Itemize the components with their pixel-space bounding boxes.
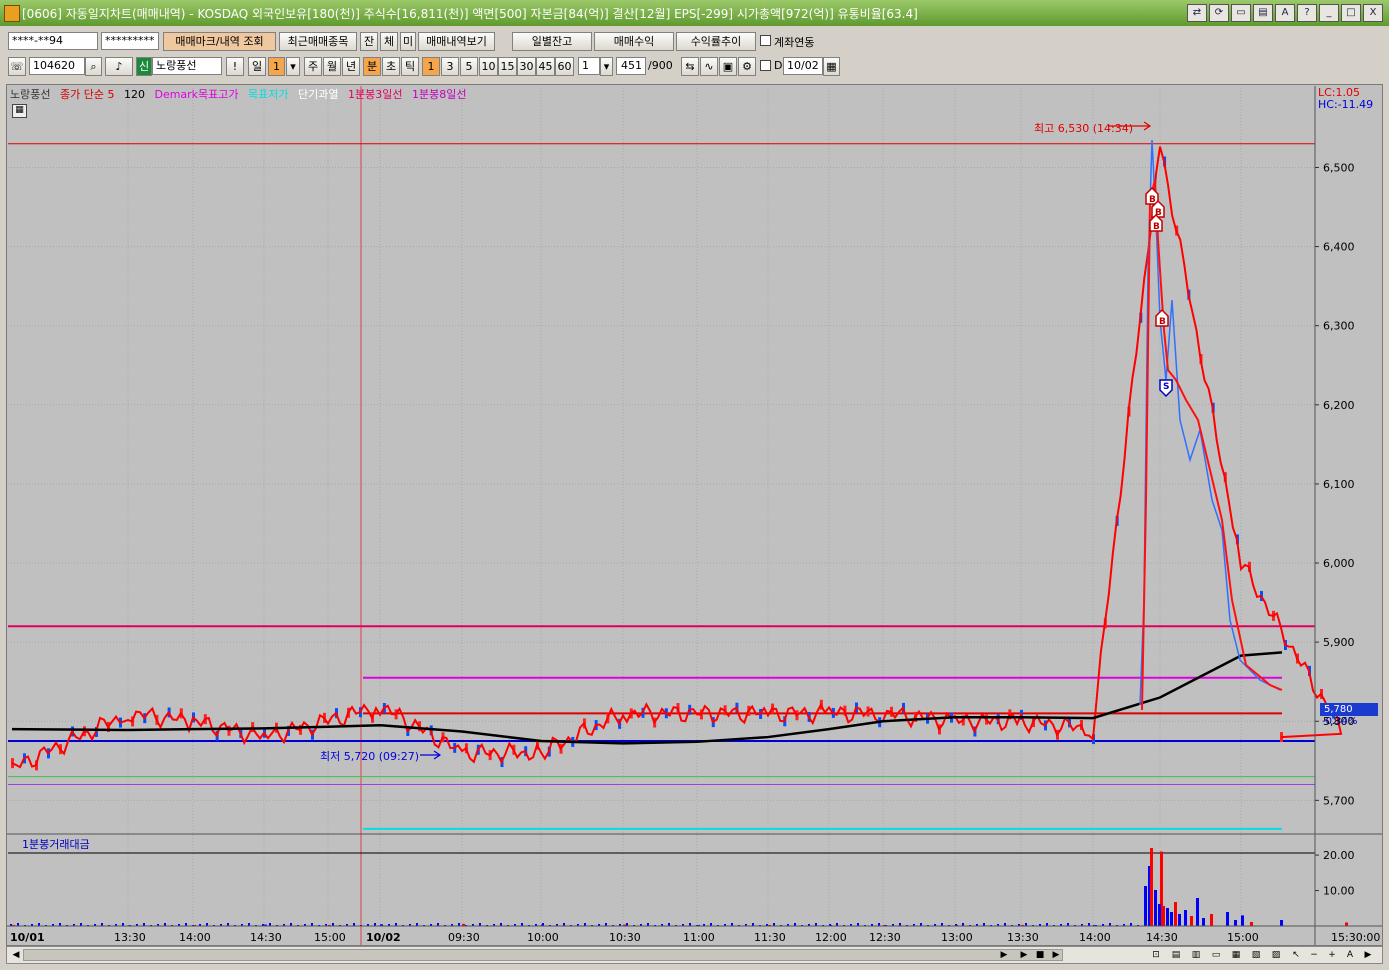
- volume-bar-spike: [1196, 898, 1199, 926]
- volume-bar-spike: [1170, 912, 1173, 926]
- legend-stock: 노랑풍선: [10, 88, 51, 101]
- volume-bar-spike: [1250, 922, 1253, 926]
- legend-short-over: 단기과열: [298, 88, 339, 101]
- legend-line3: 1분봉3일선: [348, 88, 403, 101]
- legend-demark-high: Demark목표고가: [154, 88, 239, 101]
- split-icon[interactable]: ▧: [1249, 948, 1263, 962]
- buy-marker-label: B: [1159, 317, 1166, 327]
- x-tick-label: 10/01: [10, 931, 45, 944]
- tile-icon[interactable]: ▦: [1229, 948, 1243, 962]
- x-tick-label: 15:00: [314, 931, 346, 944]
- x-tick-label: 13:30: [114, 931, 146, 944]
- volume-bar-spike: [1158, 904, 1161, 926]
- volume-bar-spike: [1210, 914, 1213, 926]
- y-tick-label: 6,200: [1323, 399, 1355, 412]
- buy-marker-label: B: [1153, 222, 1160, 232]
- low-annotation: 최저 5,720 (09:27): [320, 750, 420, 763]
- legend-ma120: 120: [123, 88, 145, 101]
- y-tick-label: 5,900: [1323, 636, 1355, 649]
- volume-bar: [1345, 922, 1348, 926]
- volume-bar-spike: [1178, 914, 1181, 926]
- x-tick-label: 14:30: [250, 931, 282, 944]
- x-tick-label: 15:30:00: [1331, 931, 1380, 944]
- scroll-left-icon[interactable]: ◀: [9, 948, 23, 962]
- bars-icon[interactable]: ▥: [1189, 948, 1203, 962]
- chart-grid-icon[interactable]: ▦: [12, 104, 27, 118]
- font-size-icon[interactable]: A: [1343, 948, 1357, 962]
- hc-label: HC:-11.49: [1318, 98, 1374, 111]
- legend-demark-low: 목표저가: [248, 88, 289, 101]
- x-tick-label: 14:00: [1079, 931, 1111, 944]
- price-chart[interactable]: 6,5006,4006,3006,2006,1006,0005,9005,800…: [0, 0, 1389, 970]
- volume-bar-spike: [1166, 908, 1169, 926]
- x-tick-label: 13:00: [941, 931, 973, 944]
- current-change: -0.34%: [1322, 716, 1358, 727]
- x-tick-label: 12:00: [815, 931, 847, 944]
- volume-bar-spike: [1174, 902, 1177, 926]
- stop-icon[interactable]: ■: [1033, 948, 1047, 962]
- volume-bar-spike: [1202, 918, 1205, 926]
- volume-title: 1분봉거래대금: [22, 838, 90, 851]
- volume-bar: [1241, 915, 1244, 926]
- fast-forward-icon[interactable]: ▶: [1049, 948, 1063, 962]
- x-tick-label: 14:30: [1146, 931, 1178, 944]
- chart-legend: 노랑풍선 종가 단순 5 120 Demark목표고가 목표저가 단기과열 1분…: [10, 86, 472, 102]
- x-tick-label: 13:30: [1007, 931, 1039, 944]
- x-tick-label: 15:00: [1227, 931, 1259, 944]
- legend-ma5: 종가 단순 5: [59, 88, 115, 101]
- fit-icon[interactable]: ▶: [1361, 948, 1375, 962]
- volume-bar-spike: [1234, 920, 1237, 926]
- volume-bar-spike: [1184, 910, 1187, 926]
- y-tick-label: 6,500: [1323, 161, 1355, 174]
- play-icon[interactable]: ▶: [1017, 948, 1031, 962]
- x-tick-label: 11:00: [683, 931, 715, 944]
- x-tick-label: 10:00: [527, 931, 559, 944]
- y-tick-label: 6,400: [1323, 241, 1355, 254]
- sell-marker-label: S: [1163, 382, 1169, 392]
- scroll-right-icon[interactable]: ▶: [997, 948, 1011, 962]
- x-tick-label: 11:30: [754, 931, 786, 944]
- volume-tick-label: 20.00: [1323, 849, 1355, 862]
- high-annotation: 최고 6,530 (14:34): [1034, 122, 1134, 135]
- y-tick-label: 6,000: [1323, 557, 1355, 570]
- scroll-thumb[interactable]: [23, 949, 1063, 961]
- volume-bar-spike: [1190, 916, 1193, 926]
- legend-line8: 1분봉8일선: [412, 88, 467, 101]
- cursor-icon[interactable]: ↖: [1289, 948, 1303, 962]
- zoom-out-icon[interactable]: −: [1307, 948, 1321, 962]
- volume-bar-spike: [1280, 920, 1283, 926]
- volume-bar-spike: [1226, 912, 1229, 926]
- x-tick-label: 09:30: [448, 931, 480, 944]
- volume-tick-label: 10.00: [1323, 885, 1355, 898]
- chart-scrollbar[interactable]: ◀ ▶ ▶ ■ ▶ ⊡ ▤ ▥ ▭ ▦ ▧ ▨ ↖ − + A ▶: [6, 946, 1383, 964]
- x-tick-label: 14:00: [179, 931, 211, 944]
- window-icon[interactable]: ▭: [1209, 948, 1223, 962]
- volume-bar-spike: [1150, 848, 1153, 926]
- current-price-tag: 5,780: [1320, 703, 1378, 716]
- x-tick-label: 12:30: [869, 931, 901, 944]
- columns-icon[interactable]: ▨: [1269, 948, 1283, 962]
- x-tick-label: 10/02: [366, 931, 401, 944]
- spike-up-line: [1141, 179, 1283, 711]
- y-tick-label: 6,300: [1323, 320, 1355, 333]
- volume-bar-spike: [1154, 890, 1157, 926]
- low-arrow: [420, 750, 442, 760]
- ma120-line: [11, 651, 1283, 745]
- y-tick-label: 5,700: [1323, 794, 1355, 807]
- x-tick-label: 10:30: [609, 931, 641, 944]
- zoom-in-icon[interactable]: +: [1325, 948, 1339, 962]
- volume-bar-spike: [1144, 886, 1147, 926]
- y-tick-label: 6,100: [1323, 478, 1355, 491]
- zoom-icon[interactable]: ⊡: [1149, 948, 1163, 962]
- layout-icon[interactable]: ▤: [1169, 948, 1183, 962]
- volume-bar-spike: [1162, 906, 1165, 926]
